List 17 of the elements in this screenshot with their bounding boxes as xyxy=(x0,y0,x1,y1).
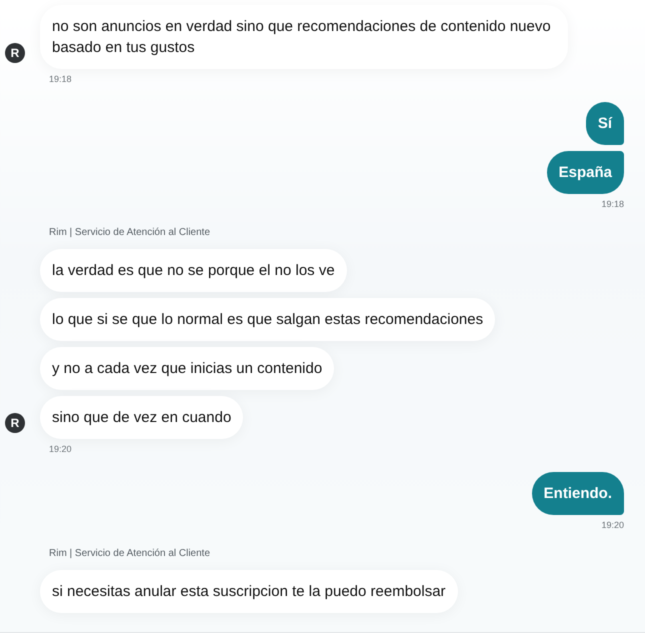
sender-name: Rim | Servicio de Atención al Cliente xyxy=(49,548,210,559)
message-time: 19:20 xyxy=(49,444,72,454)
message-bubble: no son anuncios en verdad sino que recomendaciones de contenido nuevo basado en tus gustos xyxy=(40,5,568,69)
message-bubble: si necesitas anular esta suscripcion te la puedo reembolsar xyxy=(40,570,458,613)
avatar: R xyxy=(5,413,25,433)
avatar: R xyxy=(5,43,25,63)
message-bubble: España xyxy=(546,151,624,194)
message-time: 19:20 xyxy=(601,520,624,530)
message-bubble: y no a cada vez que inicias un contenido xyxy=(40,347,334,390)
message-time: 19:18 xyxy=(49,74,72,84)
message-bubble: Entiendo. xyxy=(532,472,624,515)
sender-name: Rim | Servicio de Atención al Cliente xyxy=(49,227,210,238)
message-bubble: Sí xyxy=(586,102,624,145)
message-bubble: la verdad es que no se porque el no los ve xyxy=(40,249,347,292)
message-bubble: lo que si se que lo normal es que salgan estas recomendaciones xyxy=(40,298,496,341)
message-time: 19:18 xyxy=(601,199,624,209)
message-bubble: sino que de vez en cuando xyxy=(40,396,244,439)
